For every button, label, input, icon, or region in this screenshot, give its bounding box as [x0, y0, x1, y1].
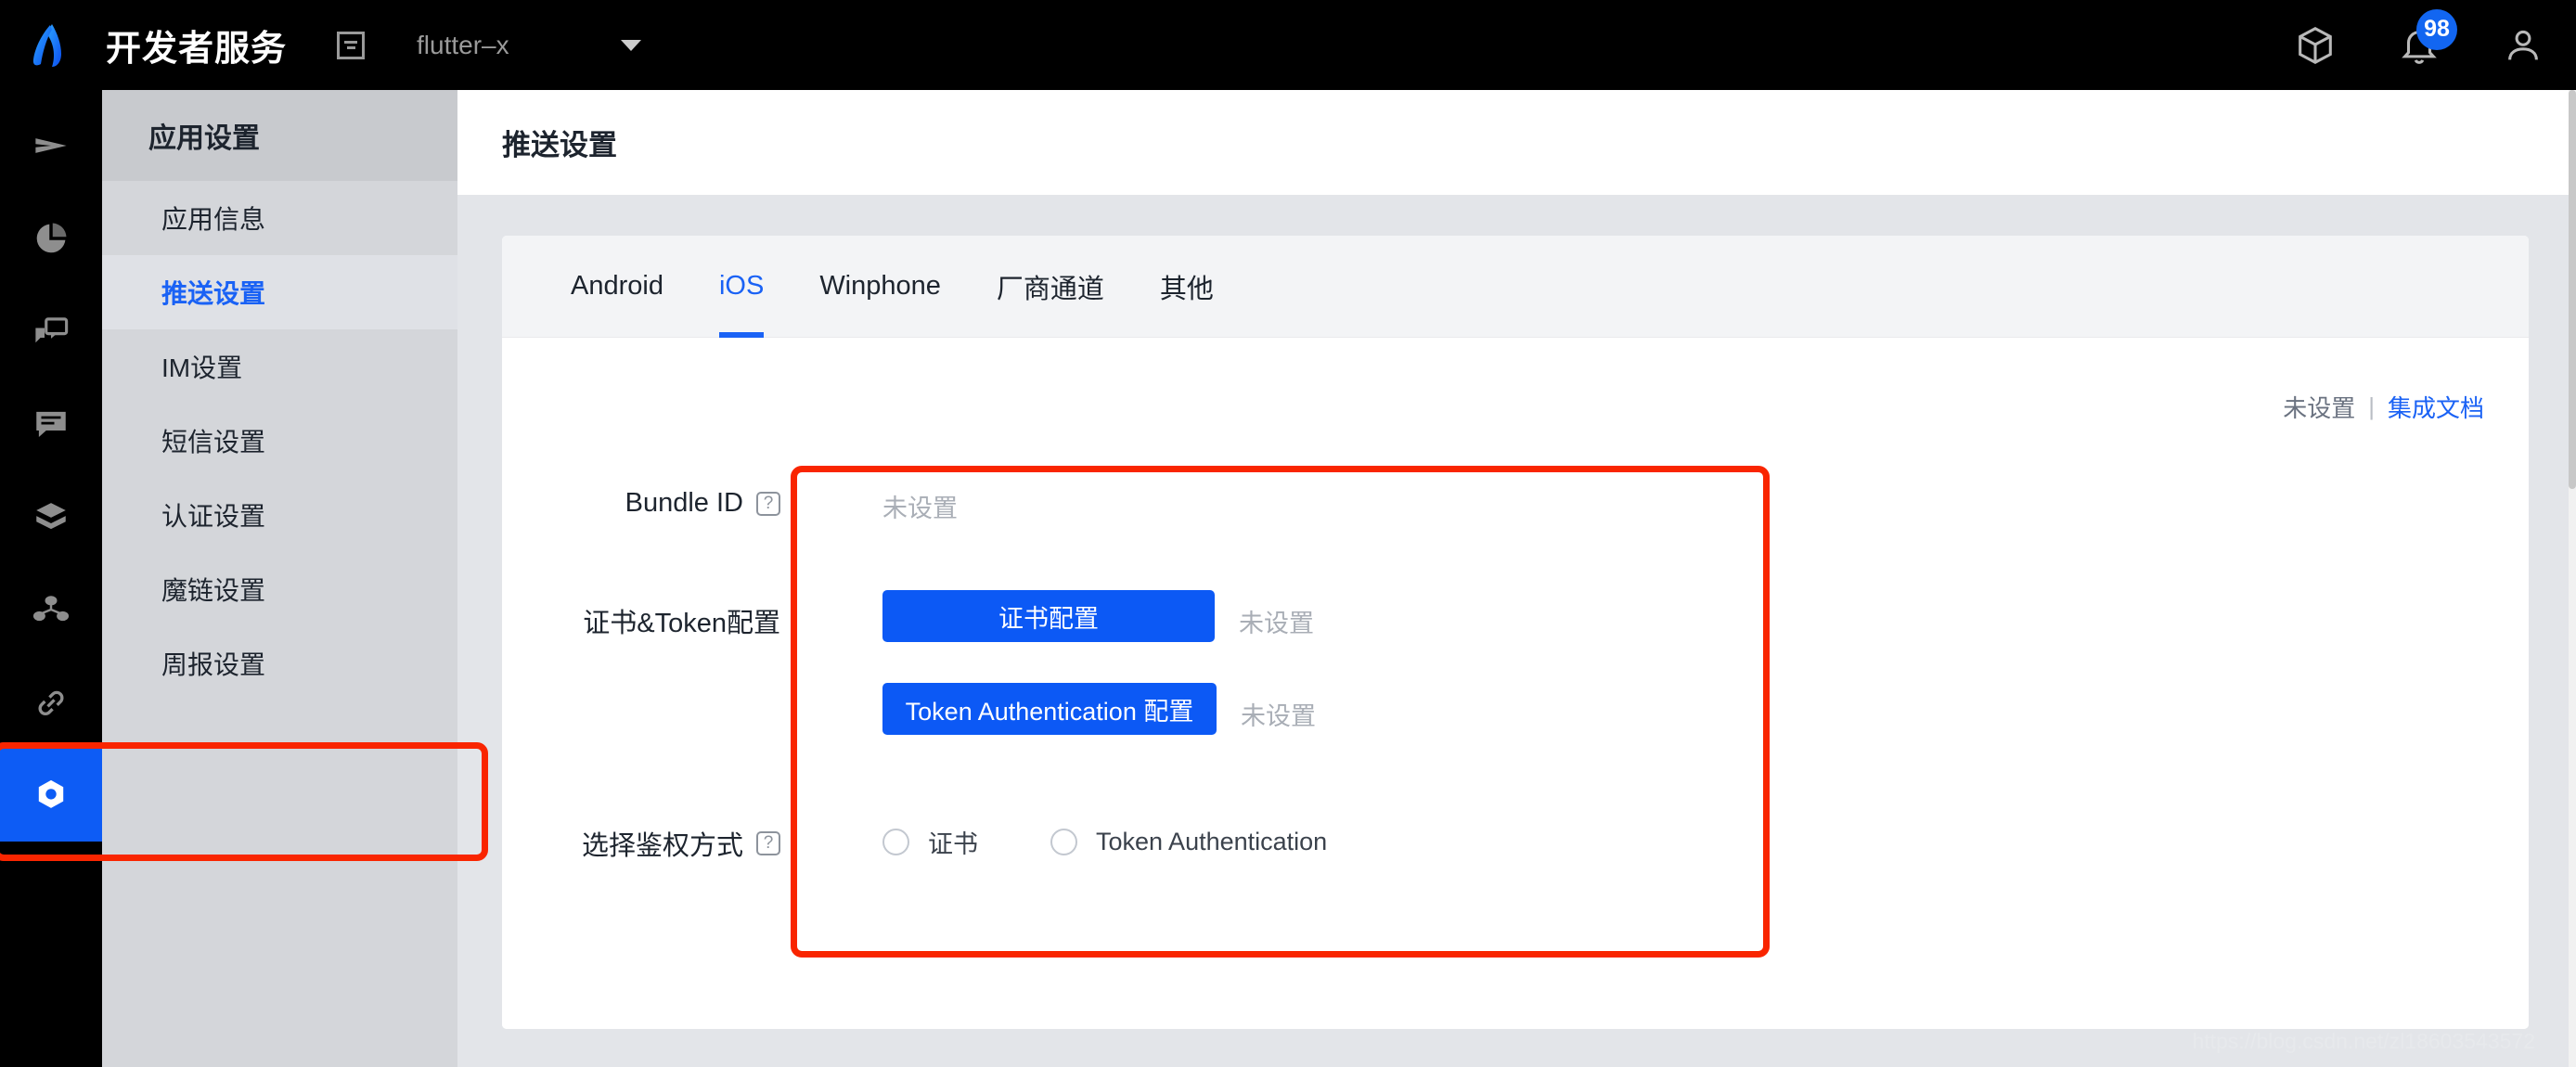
cert-token-label: 证书&Token配置 — [502, 590, 780, 640]
sidebar-item-message[interactable] — [0, 285, 102, 378]
tab-label: 厂商通道 — [996, 274, 1104, 304]
tab-android[interactable]: Android — [543, 236, 691, 338]
sidebar-item-link[interactable] — [0, 656, 102, 749]
bell-icon[interactable]: 98 — [2398, 8, 2457, 67]
help-question-icon[interactable]: ? — [756, 491, 780, 516]
radio-circle-icon[interactable] — [1050, 829, 1077, 855]
cert-token-controls: 证书配置 未设置 Token Authentication 配置 未设置 — [882, 590, 1316, 735]
sidebar-item-push[interactable] — [0, 99, 102, 192]
page-scrollbar[interactable] — [2569, 90, 2576, 1067]
bundle-id-row: Bundle ID ? 未设置 — [502, 488, 958, 524]
page-title: 推送设置 — [502, 129, 617, 161]
certificate-status: 未设置 — [1239, 609, 1314, 637]
page-header: 推送设置 — [457, 90, 2569, 195]
sidebar-item-weekly-report-settings[interactable]: 周报设置 — [102, 626, 457, 701]
tab-label: Winphone — [819, 271, 941, 301]
sidebar-item-label: IM设置 — [161, 354, 243, 382]
pie-chart-icon — [32, 219, 71, 258]
sidebar-item-im-settings[interactable]: IM设置 — [102, 329, 457, 404]
content-padding: Android iOS Winphone 厂商通道 其他 未设置 | 集成文档 … — [457, 195, 2569, 1029]
shield-icon — [32, 497, 71, 536]
main-content: 推送设置 Android iOS Winphone 厂商通道 其他 未设置 | … — [457, 90, 2569, 1067]
auth-mode-row: 选择鉴权方式 ? 证书 Token Authentication — [502, 824, 1327, 863]
chevron-down-icon[interactable] — [621, 39, 642, 51]
sidebar-item-auth-settings[interactable]: 认证设置 — [102, 478, 457, 552]
tab-ios[interactable]: iOS — [691, 236, 792, 338]
secondary-sidebar: 应用设置 应用信息 推送设置 IM设置 短信设置 认证设置 魔链设置 周报设置 — [102, 90, 457, 1067]
tab-label: 其他 — [1159, 274, 1214, 304]
radio-option-certificate[interactable]: 证书 — [882, 824, 978, 860]
cert-token-row: 证书&Token配置 证书配置 未设置 Token Authentication… — [502, 590, 1316, 735]
status-separator: | — [2368, 392, 2375, 420]
send-icon — [32, 126, 71, 165]
integration-doc-link[interactable]: 集成文档 — [2388, 390, 2484, 424]
radio-label: Token Authentication — [1096, 828, 1328, 855]
status-badge: 未设置 — [2283, 394, 2356, 422]
jiguang-logo-icon[interactable] — [0, 0, 102, 90]
sidebar-item-settings[interactable] — [0, 749, 102, 842]
sidebar-item-share[interactable] — [0, 563, 102, 656]
card-body: 未设置 | 集成文档 Bundle ID ? 未设置 证书&Token配置 证书… — [502, 338, 2529, 1029]
sidebar-item-magiclink-settings[interactable]: 魔链设置 — [102, 552, 457, 626]
token-authentication-config-button[interactable]: Token Authentication 配置 — [882, 683, 1217, 735]
sidebar-item-label: 应用信息 — [161, 205, 266, 234]
token-authentication-status: 未设置 — [1241, 701, 1316, 730]
radio-circle-icon[interactable] — [882, 829, 909, 855]
scrollbar-thumb[interactable] — [2569, 90, 2576, 489]
token-config-line: Token Authentication 配置 未设置 — [882, 683, 1316, 735]
card-status-row: 未设置 | 集成文档 — [2283, 390, 2484, 424]
cert-config-line: 证书配置 未设置 — [882, 590, 1316, 642]
bundle-id-label: Bundle ID ? — [502, 488, 780, 519]
document-list-icon — [337, 31, 366, 59]
sidebar-title: 应用设置 — [102, 90, 457, 181]
help-question-icon[interactable]: ? — [756, 831, 780, 855]
bundle-id-value: 未设置 — [882, 495, 958, 522]
chat-icon — [32, 405, 71, 444]
primary-nav-rail — [0, 90, 102, 1067]
cube-icon[interactable] — [2294, 24, 2337, 67]
radio-option-token-authentication[interactable]: Token Authentication — [1050, 828, 1327, 856]
tab-label: Android — [571, 271, 663, 301]
watermark-text: https://blog.csdn.net/zl18603543572 — [2192, 1029, 2535, 1053]
platform-tabs: Android iOS Winphone 厂商通道 其他 — [502, 236, 2529, 338]
message-push-icon — [32, 312, 71, 351]
gear-icon — [31, 775, 71, 816]
app-selector[interactable]: flutter–x — [337, 0, 642, 90]
app-root: 开发者服务 flutter–x 98 应用设置 应用信息 推送设置 IM设置 短… — [0, 0, 2576, 1067]
push-settings-card: Android iOS Winphone 厂商通道 其他 未设置 | 集成文档 … — [502, 236, 2529, 1029]
sidebar-item-label: 推送设置 — [161, 279, 266, 308]
bundle-id-label-text: Bundle ID — [625, 488, 743, 518]
radio-label: 证书 — [928, 830, 978, 858]
notification-badge[interactable]: 98 — [2416, 8, 2457, 50]
tab-winphone[interactable]: Winphone — [792, 236, 969, 338]
sidebar-item-label: 魔链设置 — [161, 576, 266, 605]
sidebar-item-label: 认证设置 — [161, 502, 266, 531]
sidebar-item-push-settings[interactable]: 推送设置 — [102, 255, 457, 329]
cert-token-label-text: 证书&Token配置 — [583, 609, 780, 638]
sidebar-item-label: 周报设置 — [161, 650, 266, 679]
user-avatar-icon[interactable] — [2502, 24, 2544, 67]
certificate-config-button[interactable]: 证书配置 — [882, 590, 1215, 642]
sidebar-item-sms-settings[interactable]: 短信设置 — [102, 404, 457, 478]
brand-title: 开发者服务 — [106, 30, 288, 69]
app-selector-name: flutter–x — [417, 30, 509, 59]
sidebar-item-chat[interactable] — [0, 378, 102, 470]
share-network-icon — [32, 590, 71, 629]
auth-mode-label: 选择鉴权方式 ? — [502, 824, 780, 863]
auth-mode-label-text: 选择鉴权方式 — [581, 831, 743, 861]
sidebar-item-label: 短信设置 — [161, 428, 266, 456]
tab-other[interactable]: 其他 — [1132, 236, 1242, 338]
link-icon — [32, 683, 71, 722]
top-header-bar: 开发者服务 flutter–x 98 — [0, 0, 2576, 90]
tab-label: iOS — [718, 271, 765, 301]
tab-vendor-channel[interactable]: 厂商通道 — [969, 236, 1132, 338]
sidebar-item-app-info[interactable]: 应用信息 — [102, 181, 457, 255]
header-actions: 98 — [2294, 0, 2544, 90]
sidebar-item-statistics[interactable] — [0, 192, 102, 285]
auth-mode-radio-group: 证书 Token Authentication — [882, 824, 1327, 860]
sidebar-item-auth[interactable] — [0, 470, 102, 563]
